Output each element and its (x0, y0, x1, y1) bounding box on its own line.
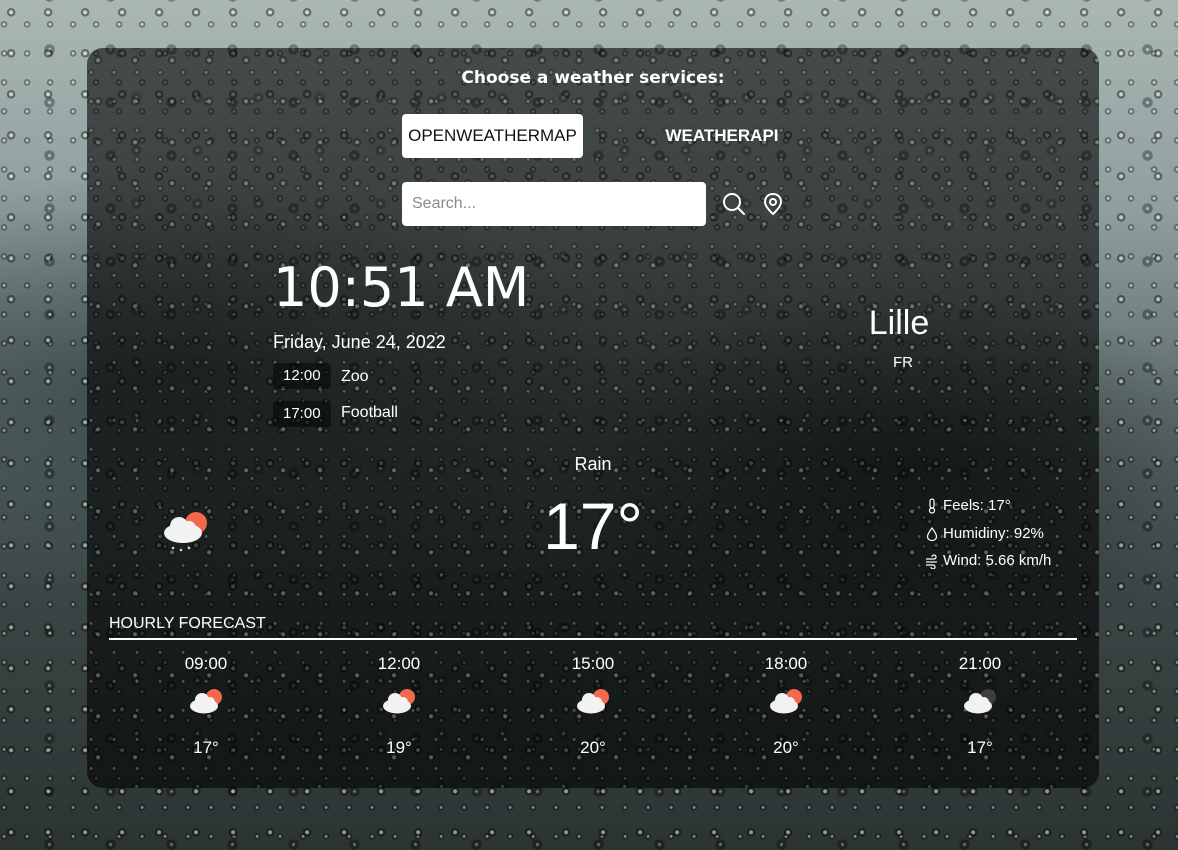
event-time: 12:00 (273, 363, 331, 389)
hourly-temp: 17° (193, 738, 219, 757)
country-code: FR (893, 354, 913, 371)
hourly-time: 15:00 (571, 654, 615, 673)
hourly-item: 21:00 17° (920, 654, 1040, 758)
hourly-item: 12:00 19° (339, 654, 459, 758)
event-title: Zoo (341, 368, 369, 385)
openweathermap-button[interactable]: OPENWEATHERMAP (402, 114, 583, 158)
hourly-item: 09:00 17° (146, 654, 266, 758)
wind-icon (926, 553, 937, 569)
hourly-temp: 17° (967, 738, 993, 757)
event-title: Football (341, 404, 398, 421)
hourly-item: 18:00 20° (726, 654, 846, 758)
current-time: 10:51 AM (273, 256, 530, 319)
hourly-temp: 20° (773, 738, 799, 757)
wind-detail: Wind: 5.66 km/h (925, 552, 1051, 569)
cloud-sun-icon (190, 689, 222, 714)
weatherapi-button[interactable]: WEATHERAPI (647, 114, 797, 158)
search-input[interactable] (402, 182, 706, 226)
search-icon[interactable] (721, 191, 747, 217)
location-pin-icon[interactable] (760, 191, 786, 217)
hourly-item: 15:00 20° (533, 654, 653, 758)
hourly-temp: 19° (386, 738, 412, 757)
current-temperature: 17° (543, 489, 643, 563)
cloud-sun-icon (770, 689, 802, 714)
current-date: Friday, June 24, 2022 (273, 332, 446, 352)
hourly-time: 09:00 (184, 654, 228, 673)
humidity-detail: Humidiny: 92% (925, 525, 1044, 542)
weather-condition: Rain (574, 454, 612, 474)
hourly-time: 12:00 (377, 654, 421, 673)
event-time: 17:00 (273, 401, 331, 427)
hourly-forecast-title: HOURLY FORECAST (109, 615, 266, 632)
cloud-moon-icon (964, 689, 996, 714)
feels-like-text: Feels: 17° (943, 497, 1011, 514)
cloud-sun-icon (383, 689, 415, 714)
weather-panel: Choose a weather services: OPENWEATHERMA… (87, 48, 1099, 788)
humidity-text: Humidiny: 92% (943, 525, 1044, 542)
city-name: Lille (868, 304, 930, 342)
cloud-sun-icon (577, 689, 609, 714)
hourly-time: 18:00 (764, 654, 808, 673)
thermometer-icon (928, 497, 936, 514)
cloud-sun-rain-icon (164, 512, 207, 552)
wind-text: Wind: 5.66 km/h (943, 552, 1052, 569)
hourly-temp: 20° (580, 738, 606, 757)
hourly-time: 21:00 (958, 654, 1002, 673)
feels-like-detail: Feels: 17° (925, 497, 1011, 514)
choose-service-label: Choose a weather services: (461, 68, 725, 88)
hourly-divider (109, 638, 1077, 640)
humidity-icon (926, 526, 938, 541)
